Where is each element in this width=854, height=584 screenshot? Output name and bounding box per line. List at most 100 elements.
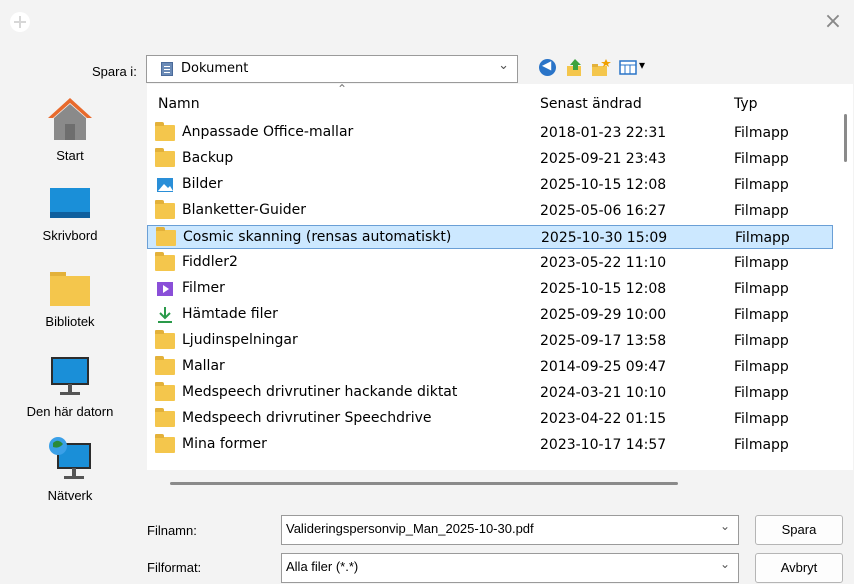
column-header-row: ⌃ Namn Senast ändrad Typ (147, 84, 835, 120)
file-list[interactable]: ⌃ Namn Senast ändrad Typ Anpassade Offic… (147, 84, 835, 470)
file-name: Medspeech drivrutiner Speechdrive (182, 410, 432, 426)
arrow-left-icon: ◀ (542, 58, 552, 72)
location-value: Dokument (181, 61, 249, 76)
chevron-down-icon[interactable]: ⌄ (720, 519, 730, 533)
column-header-date[interactable]: Senast ändrad (540, 96, 642, 112)
download-icon (158, 307, 172, 323)
file-date: 2024-03-21 10:10 (540, 385, 667, 401)
file-name: Blanketter-Guider (182, 202, 307, 218)
location-dropdown[interactable]: Dokument ⌄ (146, 55, 518, 83)
computer-icon (51, 357, 89, 395)
file-row[interactable]: Medspeech drivrutiner hackande diktat 202… (147, 381, 833, 405)
file-row[interactable]: Mallar 2014-09-25 09:47 Filmapp (147, 355, 833, 379)
folder-icon (155, 434, 175, 453)
up-folder-button[interactable] (564, 57, 586, 79)
new-folder-icon (592, 59, 611, 76)
sidebar-item-label: Start (56, 148, 84, 163)
desktop-icon (50, 188, 90, 218)
folder-icon (155, 122, 175, 141)
sidebar-item-network[interactable]: Nätverk (0, 434, 140, 503)
sidebar-item-start[interactable]: Start (0, 94, 140, 163)
file-row[interactable]: Bilder 2025-10-15 12:08 Filmapp (147, 173, 833, 197)
horizontal-scroll-thumb[interactable] (170, 482, 678, 485)
file-name: Bilder (182, 176, 223, 192)
file-date: 2025-09-17 13:58 (540, 333, 667, 349)
vertical-scroll-thumb[interactable] (844, 114, 847, 162)
file-name: Mina former (182, 436, 267, 452)
pictures-icon (157, 178, 173, 192)
filename-value: Valideringspersonvip_Man_2025-10-30.pdf (286, 521, 534, 536)
column-header-name[interactable]: Namn (158, 96, 200, 112)
file-row[interactable]: Ljudinspelningar 2025-09-17 13:58 Filmapp (147, 329, 833, 353)
folder-icon (155, 252, 175, 271)
file-row[interactable]: Medspeech drivrutiner Speechdrive 2023-04… (147, 407, 833, 431)
file-type: Filmapp (734, 281, 789, 297)
back-button[interactable]: ◀ (538, 57, 560, 79)
file-type: Filmapp (735, 230, 790, 246)
sidebar-item-desktop[interactable]: Skrivbord (0, 182, 140, 243)
file-type: Filmapp (734, 385, 789, 401)
file-type: Filmapp (734, 151, 789, 167)
file-row[interactable]: Anpassade Office-mallar 2018-01-23 22:31 F… (147, 121, 833, 145)
file-name: Backup (182, 150, 234, 166)
sidebar-item-libraries[interactable]: Bibliotek (0, 268, 140, 329)
file-name: Fiddler2 (182, 254, 238, 270)
network-icon (49, 437, 91, 479)
file-type: Filmapp (734, 177, 789, 193)
file-row[interactable]: Backup 2025-09-21 23:43 Filmapp (147, 147, 833, 171)
file-row[interactable]: Cosmic skanning (rensas automatiskt) 2025… (147, 225, 833, 249)
sort-ascending-icon: ⌃ (337, 84, 348, 96)
file-type: Filmapp (734, 411, 789, 427)
file-date: 2023-10-17 14:57 (540, 437, 667, 453)
folder-icon (155, 382, 175, 401)
folder-icon (155, 356, 175, 375)
new-folder-button[interactable] (590, 57, 612, 79)
file-name: Hämtade filer (182, 306, 278, 322)
folder-icon (155, 200, 175, 219)
file-type: Filmapp (734, 359, 789, 375)
file-format-label: Filformat: (147, 560, 202, 575)
vertical-scrollbar[interactable] (835, 84, 853, 470)
sidebar-item-this-pc[interactable]: Den här datorn (0, 354, 140, 419)
view-dropdown-arrow-icon: ▾ (639, 58, 646, 72)
file-format-dropdown[interactable]: Alla filer (*.*) ⌄ (281, 553, 739, 583)
save-in-label: Spara i: (92, 64, 137, 79)
view-menu-button[interactable]: ▾ (618, 57, 654, 79)
file-name: Ljudinspelningar (182, 332, 298, 348)
file-date: 2025-05-06 16:27 (540, 203, 667, 219)
chevron-down-icon: ⌄ (719, 557, 730, 571)
filename-field[interactable]: Valideringspersonvip_Man_2025-10-30.pdf … (281, 515, 739, 545)
view-grid-icon (619, 60, 637, 75)
sidebar-item-label: Skrivbord (42, 228, 98, 243)
file-row[interactable]: Blanketter-Guider 2025-05-06 16:27 Filmapp (147, 199, 833, 223)
file-date: 2025-10-15 12:08 (540, 281, 667, 297)
sidebar-item-label: Nätverk (47, 488, 93, 503)
home-icon (48, 98, 92, 140)
file-type: Filmapp (734, 203, 789, 219)
file-name: Filmer (182, 280, 225, 296)
file-date: 2023-04-22 01:15 (540, 411, 667, 427)
save-button[interactable]: Spara (755, 515, 843, 545)
folder-icon (156, 227, 176, 246)
file-date: 2025-10-15 12:08 (540, 177, 667, 193)
places-sidebar: Start Skrivbord Bibliotek Den här datorn (0, 84, 140, 514)
folder-icon (155, 330, 175, 349)
documents-icon (161, 62, 173, 76)
file-row[interactable]: Fiddler2 2023-05-22 11:10 Filmapp (147, 251, 833, 275)
file-type: Filmapp (734, 437, 789, 453)
videos-icon (157, 282, 173, 296)
file-row[interactable]: Mina former 2023-10-17 14:57 Filmapp (147, 433, 833, 457)
file-row[interactable]: Hämtade filer 2025-09-29 10:00 Filmapp (147, 303, 833, 327)
cancel-button[interactable]: Avbryt (755, 553, 843, 583)
libraries-icon (50, 272, 90, 306)
file-name: Mallar (182, 358, 225, 374)
close-button[interactable]: × (822, 11, 844, 34)
app-icon (10, 12, 30, 32)
file-date: 2018-01-23 22:31 (540, 125, 667, 141)
file-type: Filmapp (734, 125, 789, 141)
file-format-value: Alla filer (*.*) (286, 559, 359, 574)
column-header-type[interactable]: Typ (734, 96, 758, 112)
file-row[interactable]: Filmer 2025-10-15 12:08 Filmapp (147, 277, 833, 301)
file-date: 2025-09-29 10:00 (540, 307, 667, 323)
file-date: 2025-10-30 15:09 (541, 230, 668, 246)
